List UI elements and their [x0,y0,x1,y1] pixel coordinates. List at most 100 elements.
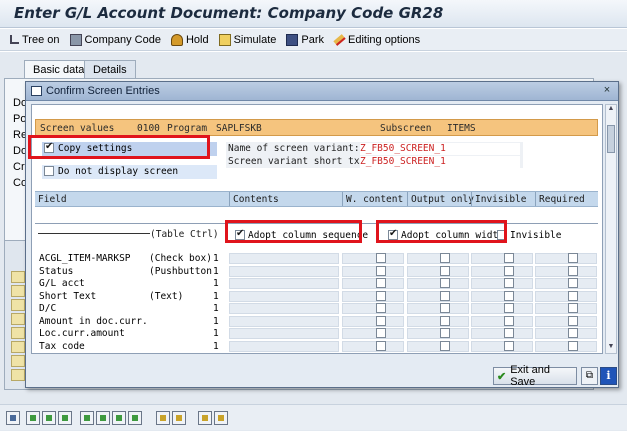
delete-row-icon[interactable] [96,411,110,425]
variant-short-field[interactable]: Z_FB50_SCREEN_1 [360,156,520,168]
paste-icon[interactable] [172,411,186,425]
required-cell [535,265,597,277]
tree-on-button[interactable]: Tree on [10,34,60,46]
invisible-cell [471,290,533,302]
close-icon[interactable]: × [600,84,614,98]
copy-row-icon[interactable] [128,411,142,425]
scroll-up-icon[interactable]: ▲ [606,105,616,115]
editing-options-button[interactable]: Editing options [333,34,420,46]
hold-button[interactable]: Hold [170,33,209,46]
contents-cell[interactable] [229,340,339,352]
w-content-checkbox[interactable] [376,253,386,263]
vertical-scrollbar[interactable]: ▲ ▼ [605,104,617,354]
field-type: (Pushbutton [149,265,212,277]
required-cell [535,290,597,302]
w-content-checkbox[interactable] [376,303,386,313]
required-checkbox[interactable] [568,315,578,326]
output-only-checkbox[interactable] [440,315,450,326]
row-cell [11,285,25,297]
highlight-adopt-column-width [376,220,507,243]
company-code-button[interactable]: Company Code [69,33,161,46]
w-content-checkbox[interactable] [376,328,386,338]
select-block-icon[interactable] [58,411,72,425]
w-content-checkbox[interactable] [376,278,386,288]
field-count: 1 [213,303,219,314]
invisible-row-checkbox[interactable] [504,303,514,313]
field-name: Tax code [39,340,85,352]
required-checkbox[interactable] [568,303,578,313]
w-content-cell [342,340,404,352]
field-name: G/L acct [39,278,85,289]
tree-on-label: Tree on [22,33,60,46]
exit-and-save-button[interactable]: ✔ Exit and Save [493,364,577,388]
required-checkbox[interactable] [568,278,578,288]
w-content-checkbox[interactable] [376,340,386,351]
required-checkbox[interactable] [568,265,578,276]
required-checkbox[interactable] [568,290,578,301]
tab-details[interactable]: Details [84,60,136,78]
w-content-checkbox[interactable] [376,265,386,276]
contents-cell[interactable] [229,290,339,302]
invisible-row-checkbox[interactable] [504,315,514,326]
program-name: SAPLFSKB [216,123,262,134]
output-only-checkbox[interactable] [440,340,450,351]
scroll-thumb[interactable] [607,125,615,153]
tree-icon [10,35,19,44]
output-only-cell [407,315,469,327]
tab-basic-data[interactable]: Basic data [24,60,94,78]
invisible-row-checkbox[interactable] [504,340,514,351]
output-only-checkbox[interactable] [440,303,450,313]
details-icon[interactable] [6,411,20,425]
field-name: Short Text [39,290,97,302]
more-icon[interactable] [112,411,126,425]
invisible-cell [471,303,533,314]
output-only-cell [407,328,469,339]
deselect-all-icon[interactable] [42,411,56,425]
output-only-cell [407,265,469,277]
required-checkbox[interactable] [568,253,578,263]
output-only-checkbox[interactable] [440,253,450,263]
insert-row-icon[interactable] [80,411,94,425]
contents-cell[interactable] [229,278,339,289]
output-only-checkbox[interactable] [440,328,450,338]
info-icon[interactable]: i [600,367,617,385]
contents-cell[interactable] [229,265,339,277]
sort-icon[interactable] [198,411,212,425]
simulate-icon [218,33,231,46]
contents-cell[interactable] [229,328,339,339]
simulate-button[interactable]: Simulate [218,33,276,46]
required-checkbox[interactable] [568,340,578,351]
invisible-row-checkbox[interactable] [504,328,514,338]
copy-icon[interactable]: ⧉ [581,367,598,385]
invisible-cell [471,278,533,289]
invisible-row-checkbox[interactable] [504,290,514,301]
contents-cell[interactable] [229,315,339,327]
contents-cell[interactable] [229,303,339,314]
filter-icon[interactable] [214,411,228,425]
invisible-row-checkbox[interactable] [504,265,514,276]
invisible-row-checkbox[interactable] [504,278,514,288]
required-cell [535,278,597,289]
field-name: ACGL_ITEM-MARKSP [39,253,131,264]
w-content-checkbox[interactable] [376,315,386,326]
do-not-display-check[interactable] [44,166,54,176]
do-not-display-checkbox[interactable]: Do not display screen [42,165,217,179]
output-only-checkbox[interactable] [440,278,450,288]
park-button[interactable]: Park [286,33,324,46]
scroll-down-icon[interactable]: ▼ [606,343,616,353]
field-count: 1 [213,315,219,327]
window-title: Enter G/L Account Document: Company Code… [14,4,444,22]
contents-cell[interactable] [229,253,339,264]
select-all-icon[interactable] [26,411,40,425]
col-w-content: W. content [342,192,403,206]
company-code-icon [69,33,82,46]
row-cell [11,355,25,367]
variant-name-field[interactable]: Z_FB50_SCREEN_1 [360,143,520,155]
required-checkbox[interactable] [568,328,578,338]
w-content-checkbox[interactable] [376,290,386,301]
invisible-row-checkbox[interactable] [504,253,514,263]
copy-icon[interactable] [156,411,170,425]
output-only-checkbox[interactable] [440,290,450,301]
output-only-checkbox[interactable] [440,265,450,276]
required-cell [535,340,597,352]
